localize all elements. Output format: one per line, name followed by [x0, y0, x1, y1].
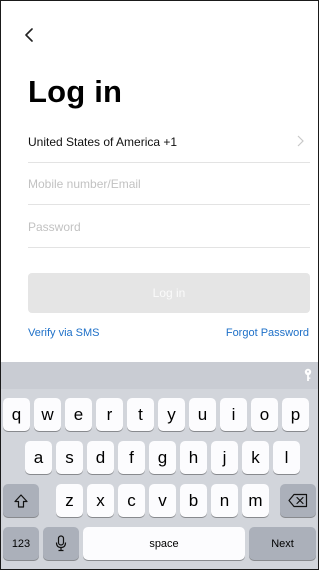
key-t[interactable]: t — [127, 398, 154, 431]
key-k[interactable]: k — [242, 441, 269, 474]
mobile-email-placeholder: Mobile number/Email — [28, 176, 141, 191]
key-l[interactable]: l — [273, 441, 300, 474]
key-q[interactable]: q — [3, 398, 30, 431]
password-key-button[interactable] — [304, 368, 312, 387]
key-v[interactable]: v — [149, 484, 176, 517]
key-a[interactable]: a — [25, 441, 52, 474]
key-j[interactable]: j — [211, 441, 238, 474]
key-f[interactable]: f — [118, 441, 145, 474]
backspace-icon — [288, 493, 308, 508]
password-placeholder: Password — [28, 219, 81, 234]
key-c[interactable]: c — [118, 484, 145, 517]
key-z[interactable]: z — [56, 484, 83, 517]
key-d[interactable]: d — [87, 441, 114, 474]
chevron-right-icon — [297, 135, 304, 147]
backspace-key[interactable] — [280, 484, 316, 517]
key-h[interactable]: h — [180, 441, 207, 474]
country-selector[interactable]: United States of America +1 — [28, 121, 310, 163]
login-button[interactable]: Log in — [28, 273, 310, 313]
key-icon — [304, 368, 312, 381]
microphone-icon — [55, 535, 67, 552]
password-input[interactable]: Password — [28, 206, 310, 248]
key-x[interactable]: x — [87, 484, 114, 517]
key-p[interactable]: p — [282, 398, 309, 431]
space-key[interactable]: space — [83, 527, 245, 560]
shift-icon — [14, 493, 28, 508]
numbers-key[interactable]: 123 — [3, 527, 39, 560]
key-r[interactable]: r — [96, 398, 123, 431]
key-y[interactable]: y — [158, 398, 185, 431]
forgot-password-link[interactable]: Forgot Password — [226, 327, 309, 339]
keyboard: q w e r t y u i o p a s d f g h j k l z … — [1, 362, 318, 569]
shift-key[interactable] — [3, 484, 39, 517]
key-s[interactable]: s — [56, 441, 83, 474]
key-u[interactable]: u — [189, 398, 216, 431]
keyboard-toolbar — [1, 362, 318, 389]
key-b[interactable]: b — [180, 484, 207, 517]
country-label: United States of America +1 — [28, 134, 178, 149]
key-m[interactable]: m — [242, 484, 269, 517]
key-e[interactable]: e — [65, 398, 92, 431]
key-o[interactable]: o — [251, 398, 278, 431]
chevron-left-icon — [25, 28, 33, 42]
mobile-email-input[interactable]: Mobile number/Email — [28, 163, 310, 205]
back-button[interactable] — [18, 24, 40, 46]
verify-sms-link[interactable]: Verify via SMS — [28, 327, 100, 339]
key-n[interactable]: n — [211, 484, 238, 517]
page-title: Log in — [28, 74, 123, 109]
dictation-key[interactable] — [43, 527, 79, 560]
key-i[interactable]: i — [220, 398, 247, 431]
key-w[interactable]: w — [34, 398, 61, 431]
key-g[interactable]: g — [149, 441, 176, 474]
next-key[interactable]: Next — [249, 527, 316, 560]
